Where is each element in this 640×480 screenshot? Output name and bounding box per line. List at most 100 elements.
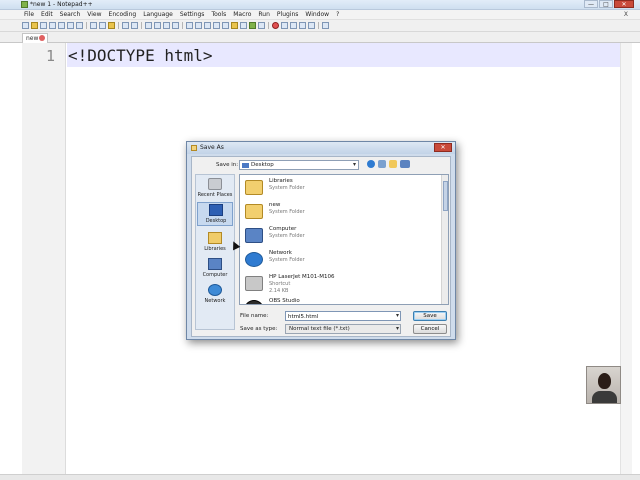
- menu-macro[interactable]: Macro: [233, 11, 251, 18]
- list-item[interactable]: HP LaserJet M101-M106 Shortcut 2.14 KB: [243, 273, 438, 297]
- open-file-icon[interactable]: [31, 22, 38, 29]
- chevron-down-icon: ▾: [352, 161, 356, 168]
- line-number: 1: [45, 47, 55, 65]
- folder-as-workspace-icon[interactable]: [231, 22, 238, 29]
- show-all-chars-icon[interactable]: [213, 22, 220, 29]
- new-file-icon[interactable]: [22, 22, 29, 29]
- zoom-in-icon[interactable]: [163, 22, 170, 29]
- up-folder-icon[interactable]: [378, 160, 386, 168]
- file-name-label: File name:: [240, 313, 269, 319]
- computer-icon: [208, 258, 222, 270]
- place-label: Libraries: [204, 246, 226, 252]
- views-menu-icon[interactable]: [400, 160, 410, 168]
- print-icon[interactable]: [76, 22, 83, 29]
- play-macro-icon[interactable]: [290, 22, 297, 29]
- new-folder-icon[interactable]: [389, 160, 397, 168]
- menu-window[interactable]: Window: [305, 11, 329, 18]
- file-name-input[interactable]: [288, 313, 388, 320]
- chevron-down-icon[interactable]: ▾: [396, 312, 399, 319]
- save-macro-icon[interactable]: [308, 22, 315, 29]
- close-window-button[interactable]: ✕: [614, 0, 634, 8]
- toolbar: [0, 20, 640, 32]
- dialog-close-button[interactable]: ✕: [434, 143, 452, 152]
- tab-close-icon[interactable]: [39, 35, 45, 41]
- menu-help[interactable]: ?: [336, 11, 339, 18]
- list-item[interactable]: Libraries System Folder: [243, 177, 438, 201]
- place-libraries[interactable]: Libraries: [197, 231, 233, 255]
- close-file-icon[interactable]: [58, 22, 65, 29]
- code-line[interactable]: <!DOCTYPE html>: [68, 46, 213, 65]
- paste-icon[interactable]: [108, 22, 115, 29]
- network-icon: [245, 252, 263, 267]
- list-item[interactable]: Computer System Folder: [243, 225, 438, 249]
- file-type: System Folder: [269, 209, 305, 215]
- close-all-icon[interactable]: [67, 22, 74, 29]
- file-size: 2.14 KB: [269, 288, 289, 294]
- indent-guide-icon[interactable]: [222, 22, 229, 29]
- document-map-icon[interactable]: [249, 22, 256, 29]
- cancel-button[interactable]: Cancel: [413, 324, 447, 334]
- tab-bar: new 1: [0, 32, 640, 43]
- menu-file[interactable]: File: [24, 11, 34, 18]
- menu-view[interactable]: View: [87, 11, 101, 18]
- place-desktop[interactable]: Desktop: [197, 202, 233, 226]
- sync-horizontal-icon[interactable]: [195, 22, 202, 29]
- file-list-scrollbar[interactable]: [441, 175, 448, 304]
- dialog-nav-icons: [367, 160, 410, 168]
- find-icon[interactable]: [145, 22, 152, 29]
- file-name: Libraries: [269, 178, 293, 184]
- file-type: System Folder: [269, 185, 305, 191]
- libraries-folder-icon: [245, 180, 263, 195]
- place-network[interactable]: Network: [197, 283, 233, 307]
- monitoring-icon[interactable]: [258, 22, 265, 29]
- place-computer[interactable]: Computer: [197, 257, 233, 281]
- back-icon[interactable]: [367, 160, 375, 168]
- replace-icon[interactable]: [154, 22, 161, 29]
- place-recent-places[interactable]: Recent Places: [197, 177, 233, 201]
- record-macro-icon[interactable]: [272, 22, 279, 29]
- copy-icon[interactable]: [99, 22, 106, 29]
- menu-settings[interactable]: Settings: [180, 11, 205, 18]
- run-macro-multiple-icon[interactable]: [299, 22, 306, 29]
- word-wrap-icon[interactable]: [204, 22, 211, 29]
- file-list[interactable]: Libraries System Folder new System Folde…: [239, 174, 449, 305]
- toolbar-separator: [182, 22, 183, 29]
- stop-macro-icon[interactable]: [281, 22, 288, 29]
- list-item[interactable]: Network System Folder: [243, 249, 438, 273]
- menu-encoding[interactable]: Encoding: [109, 11, 137, 18]
- close-document-button[interactable]: X: [624, 11, 628, 18]
- list-item[interactable]: OBS Studio: [243, 297, 438, 304]
- cut-icon[interactable]: [90, 22, 97, 29]
- place-label: Network: [204, 298, 226, 304]
- save-in-dropdown[interactable]: Desktop ▾: [239, 160, 359, 170]
- function-list-icon[interactable]: [240, 22, 247, 29]
- plugin-icon[interactable]: [322, 22, 329, 29]
- tab-new-1[interactable]: new 1: [22, 33, 48, 43]
- undo-icon[interactable]: [122, 22, 129, 29]
- maximize-button[interactable]: □: [599, 0, 613, 8]
- save-in-label: Save in:: [216, 162, 239, 168]
- menu-language[interactable]: Language: [143, 11, 173, 18]
- file-name: OBS Studio: [269, 298, 300, 304]
- computer-icon: [245, 228, 263, 243]
- menu-run[interactable]: Run: [258, 11, 270, 18]
- list-item[interactable]: new System Folder: [243, 201, 438, 225]
- redo-icon[interactable]: [131, 22, 138, 29]
- menu-edit[interactable]: Edit: [41, 11, 53, 18]
- minimize-button[interactable]: —: [584, 0, 598, 8]
- scrollbar-thumb[interactable]: [443, 181, 448, 211]
- menu-tools[interactable]: Tools: [211, 11, 226, 18]
- save-as-type-dropdown[interactable]: Normal text file (*.txt) ▾: [285, 324, 401, 334]
- editor-scrollbar[interactable]: [620, 43, 632, 474]
- save-icon[interactable]: [40, 22, 47, 29]
- menu-plugins[interactable]: Plugins: [277, 11, 299, 18]
- libraries-icon: [208, 232, 222, 244]
- save-button[interactable]: Save: [413, 311, 447, 321]
- toolbar-buttons: [22, 22, 329, 29]
- zoom-out-icon[interactable]: [172, 22, 179, 29]
- sync-vertical-icon[interactable]: [186, 22, 193, 29]
- menu-search[interactable]: Search: [60, 11, 81, 18]
- save-all-icon[interactable]: [49, 22, 56, 29]
- file-name-field[interactable]: ▾: [285, 311, 401, 321]
- obs-icon: [245, 300, 263, 304]
